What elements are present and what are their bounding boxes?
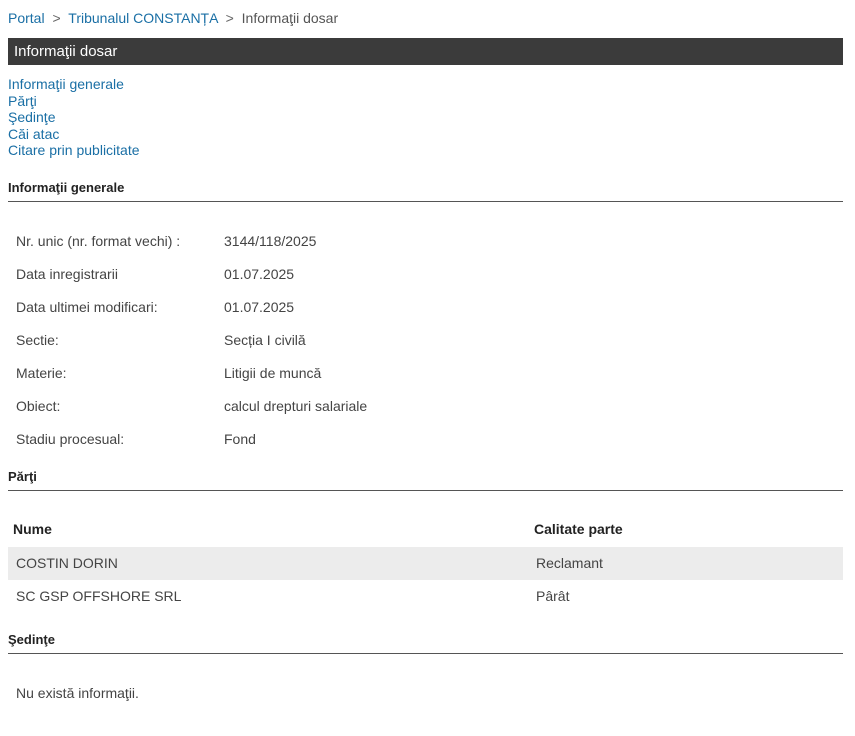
toc-link-parti[interactable]: Părţi (8, 93, 843, 110)
toc-link-citare-prin-publicitate[interactable]: Citare prin publicitate (8, 142, 843, 159)
table-row: SC GSP OFFSHORE SRL Pârât (8, 580, 843, 613)
page-title-bar: Informaţii dosar (8, 38, 843, 65)
column-header-nume: Nume (13, 520, 52, 537)
info-value: Fond (224, 431, 256, 447)
info-label: Sectie: (16, 332, 59, 348)
party-role: Reclamant (527, 546, 843, 580)
info-row: Data inregistrarii 01.07.2025 (8, 258, 367, 291)
info-row: Stadiu procesual: Fond (8, 423, 367, 456)
info-row: Nr. unic (nr. format vechi) : 3144/118/2… (8, 225, 367, 258)
info-row: Materie: Litigii de muncă (8, 357, 367, 390)
info-label: Data inregistrarii (16, 266, 118, 282)
section-title-parti: Părţi (8, 469, 843, 491)
page: Portal > Tribunalul CONSTANȚA > Informaţ… (0, 0, 855, 701)
party-name: SC GSP OFFSHORE SRL (16, 588, 182, 604)
section-navigation: Informaţii generale Părţi Şedinţe Căi at… (8, 76, 843, 159)
toc-link-informatii-generale[interactable]: Informaţii generale (8, 76, 843, 93)
info-value: Litigii de muncă (224, 365, 322, 381)
table-row: COSTIN DORIN Reclamant (8, 546, 843, 580)
column-header-calitate-parte: Calitate parte (534, 520, 623, 537)
info-label: Stadiu procesual: (16, 431, 125, 447)
toc-link-cai-atac[interactable]: Căi atac (8, 126, 843, 143)
info-label: Materie: (16, 365, 67, 381)
info-row: Data ultimei modificari: 01.07.2025 (8, 291, 367, 324)
breadcrumb-separator: > (225, 10, 234, 26)
breadcrumb-portal-link[interactable]: Portal (8, 10, 45, 26)
breadcrumb-current: Informaţii dosar (241, 10, 339, 26)
info-value: 01.07.2025 (224, 299, 295, 315)
table-header-row: Nume Calitate parte (8, 511, 843, 547)
info-label: Data ultimei modificari: (16, 299, 158, 315)
info-value: Secția I civilă (224, 332, 306, 348)
info-label: Obiect: (16, 398, 61, 414)
toc-link-sedinte[interactable]: Şedinţe (8, 109, 843, 126)
empty-state-message: Nu există informaţii. (16, 684, 139, 701)
info-value: 01.07.2025 (224, 266, 295, 282)
page-title: Informaţii dosar (14, 43, 118, 60)
breadcrumb: Portal > Tribunalul CONSTANȚA > Informaţ… (8, 0, 843, 36)
party-name: COSTIN DORIN (8, 546, 527, 580)
info-row: Obiect: calcul drepturi salariale (8, 390, 367, 423)
breadcrumb-court-link[interactable]: Tribunalul CONSTANȚA (68, 10, 217, 26)
info-label: Nr. unic (nr. format vechi) : (16, 233, 181, 249)
info-value: calcul drepturi salariale (224, 398, 368, 414)
info-row: Sectie: Secția I civilă (8, 324, 367, 357)
breadcrumb-separator: > (52, 10, 61, 26)
general-info-table: Nr. unic (nr. format vechi) : 3144/118/2… (8, 225, 367, 456)
section-title-sedinte: Şedinţe (8, 632, 843, 654)
section-title-informatii-generale: Informaţii generale (8, 180, 843, 202)
parti-table: Nume Calitate parte COSTIN DORIN Reclama… (8, 511, 843, 613)
party-role: Pârât (536, 588, 570, 604)
info-value: 3144/118/2025 (224, 233, 317, 249)
